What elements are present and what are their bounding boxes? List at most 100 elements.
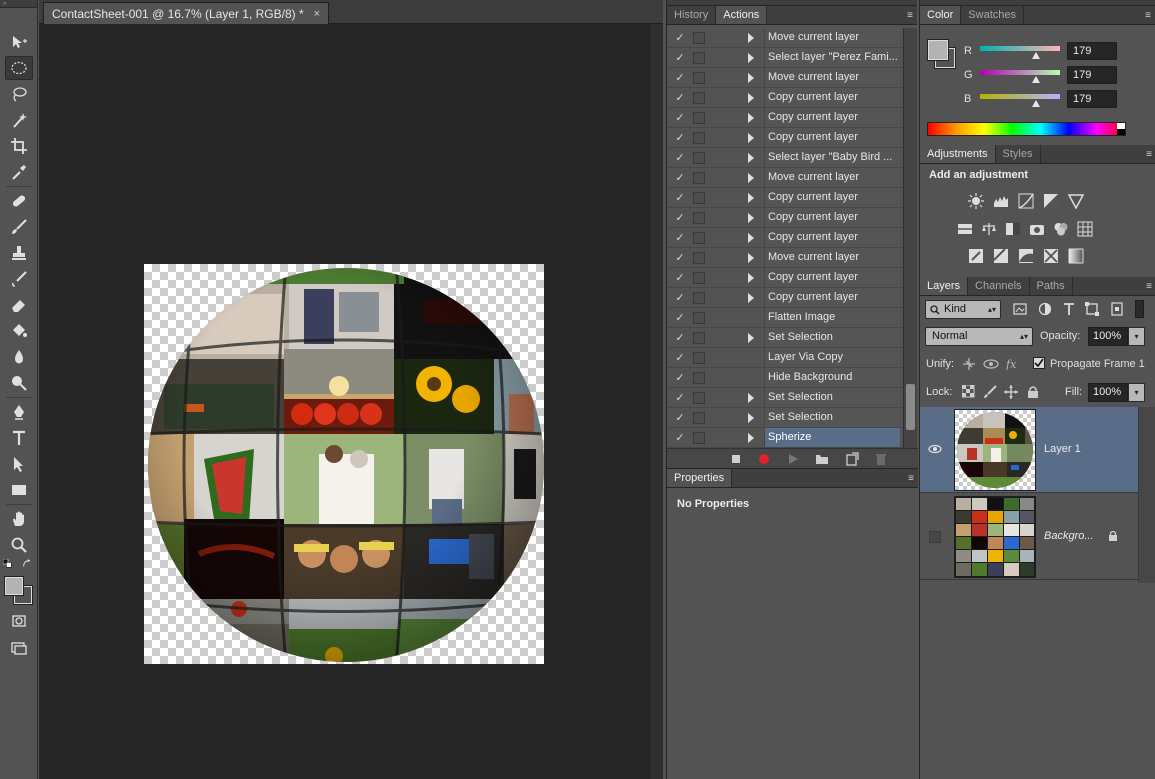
action-label[interactable]: Set Selection bbox=[764, 388, 900, 407]
expand-triangle-icon[interactable] bbox=[748, 33, 754, 43]
opacity-dropdown-button[interactable]: ▾ bbox=[1128, 327, 1145, 346]
blue-value-field[interactable]: 179 bbox=[1067, 90, 1117, 108]
expand-triangle-icon[interactable] bbox=[748, 433, 754, 443]
rectangle-tool[interactable] bbox=[5, 478, 33, 502]
propagate-frame-checkbox[interactable] bbox=[1033, 357, 1045, 369]
toggle-dialog-box[interactable] bbox=[693, 152, 705, 164]
toggle-dialog-box[interactable] bbox=[693, 392, 705, 404]
action-label[interactable]: Copy current layer bbox=[764, 228, 900, 247]
toggle-dialog-box[interactable] bbox=[693, 432, 705, 444]
action-label[interactable]: Copy current layer bbox=[764, 268, 900, 287]
action-row[interactable]: ✓ Copy current layer bbox=[667, 208, 903, 228]
action-row[interactable]: ✓ Select layer "Perez Fami... bbox=[667, 48, 903, 68]
fill-dropdown-button[interactable]: ▾ bbox=[1128, 383, 1145, 402]
toggle-item-checkmark-icon[interactable]: ✓ bbox=[674, 232, 686, 244]
expand-triangle-icon[interactable] bbox=[748, 93, 754, 103]
type-layer-filter-icon[interactable] bbox=[1062, 302, 1078, 318]
toggle-item-checkmark-icon[interactable]: ✓ bbox=[674, 32, 686, 44]
green-value-field[interactable]: 179 bbox=[1067, 66, 1117, 84]
action-label[interactable]: Copy current layer bbox=[764, 188, 900, 207]
clone-stamp-tool[interactable] bbox=[5, 241, 33, 265]
action-row[interactable]: ✓ Move current layer bbox=[667, 28, 903, 48]
unify-style-icon[interactable]: fx bbox=[1005, 357, 1022, 373]
path-selection-tool[interactable] bbox=[5, 452, 33, 476]
action-row[interactable]: ✓ Set Selection bbox=[667, 408, 903, 428]
green-gradient-bar[interactable] bbox=[980, 70, 1060, 75]
lock-image-pixels-icon[interactable] bbox=[983, 385, 999, 401]
eye-icon[interactable] bbox=[928, 443, 942, 455]
screen-mode-button[interactable] bbox=[5, 636, 33, 660]
magic-wand-tool[interactable] bbox=[5, 108, 33, 132]
shape-layer-filter-icon[interactable] bbox=[1085, 302, 1101, 318]
toggle-item-checkmark-icon[interactable]: ✓ bbox=[674, 252, 686, 264]
toggle-item-checkmark-icon[interactable]: ✓ bbox=[674, 412, 686, 424]
layer-row-layer-1[interactable]: Layer 1 bbox=[920, 407, 1138, 493]
action-row[interactable]: ✓ Move current layer bbox=[667, 168, 903, 188]
exposure-icon[interactable] bbox=[1043, 193, 1059, 209]
action-label[interactable]: Copy current layer bbox=[764, 108, 900, 127]
layer-name[interactable]: Backgro... bbox=[1044, 530, 1094, 542]
toggle-dialog-box[interactable] bbox=[693, 412, 705, 424]
levels-icon[interactable] bbox=[993, 193, 1009, 209]
tab-paths[interactable]: Paths bbox=[1030, 277, 1073, 295]
expand-triangle-icon[interactable] bbox=[748, 273, 754, 283]
quick-mask-button[interactable] bbox=[5, 609, 33, 633]
layer-filter-dropdown[interactable]: Kind ▴▾ bbox=[925, 300, 1001, 319]
hand-tool[interactable] bbox=[5, 507, 33, 531]
toggle-dialog-box[interactable] bbox=[693, 32, 705, 44]
new-action-button[interactable] bbox=[845, 452, 859, 466]
green-channel-slider[interactable]: G 179 bbox=[960, 66, 1150, 88]
action-row[interactable]: ✓ Copy current layer bbox=[667, 108, 903, 128]
toggle-item-checkmark-icon[interactable]: ✓ bbox=[674, 172, 686, 184]
panel-menu-icon[interactable]: ≡ bbox=[1145, 6, 1151, 25]
toggle-dialog-box[interactable] bbox=[693, 132, 705, 144]
toggle-dialog-box[interactable] bbox=[693, 232, 705, 244]
action-label[interactable]: Move current layer bbox=[764, 168, 900, 187]
fill-field[interactable]: 100% ▾ bbox=[1088, 383, 1145, 402]
posterize-icon[interactable] bbox=[993, 248, 1009, 264]
eraser-tool[interactable] bbox=[5, 293, 33, 317]
zoom-tool[interactable] bbox=[5, 533, 33, 557]
play-button[interactable] bbox=[786, 452, 800, 466]
toggle-dialog-box[interactable] bbox=[693, 332, 705, 344]
toggle-dialog-box[interactable] bbox=[693, 272, 705, 284]
tab-history[interactable]: History bbox=[667, 6, 717, 24]
expand-triangle-icon[interactable] bbox=[748, 173, 754, 183]
layer-row-background[interactable]: Backgro... bbox=[920, 494, 1138, 580]
selective-color-icon[interactable] bbox=[1043, 248, 1059, 264]
toggle-dialog-box[interactable] bbox=[693, 212, 705, 224]
slider-knob[interactable] bbox=[1032, 52, 1040, 59]
expand-triangle-icon[interactable] bbox=[748, 113, 754, 123]
tab-adjustments[interactable]: Adjustments bbox=[920, 145, 996, 163]
invert-icon[interactable] bbox=[968, 248, 984, 264]
action-row[interactable]: ✓ Copy current layer bbox=[667, 288, 903, 308]
vibrance-icon[interactable] bbox=[1067, 193, 1085, 210]
unify-visibility-icon[interactable] bbox=[983, 357, 999, 373]
blue-channel-slider[interactable]: B 179 bbox=[960, 90, 1150, 112]
toggle-dialog-box[interactable] bbox=[693, 172, 705, 184]
action-row[interactable]: ✓ Move current layer bbox=[667, 68, 903, 88]
visibility-toggle[interactable] bbox=[929, 531, 941, 543]
tab-styles[interactable]: Styles bbox=[996, 145, 1041, 163]
action-row[interactable]: ✓ Move current layer bbox=[667, 248, 903, 268]
action-label[interactable]: Copy current layer bbox=[764, 288, 900, 307]
default-colors-icon[interactable] bbox=[2, 558, 14, 570]
toggle-item-checkmark-icon[interactable]: ✓ bbox=[674, 152, 686, 164]
action-label[interactable]: Select layer "Baby Bird ... bbox=[764, 148, 900, 167]
brightness-contrast-icon[interactable] bbox=[968, 193, 984, 209]
panel-menu-icon[interactable]: ≡ bbox=[907, 6, 913, 25]
blend-mode-dropdown[interactable]: Normal ▴▾ bbox=[925, 327, 1033, 346]
toggle-dialog-box[interactable] bbox=[693, 52, 705, 64]
expand-triangle-icon[interactable] bbox=[748, 193, 754, 203]
action-row[interactable]: ✓ Set Selection bbox=[667, 388, 903, 408]
pixel-layer-filter-icon[interactable] bbox=[1013, 302, 1029, 318]
toggle-item-checkmark-icon[interactable]: ✓ bbox=[674, 92, 686, 104]
toggle-dialog-box[interactable] bbox=[693, 352, 705, 364]
panel-menu-icon[interactable]: ≡ bbox=[1146, 145, 1152, 164]
toggle-item-checkmark-icon[interactable]: ✓ bbox=[674, 332, 686, 344]
foreground-color-swatch[interactable] bbox=[927, 39, 949, 61]
panel-menu-icon[interactable]: ≡ bbox=[1146, 277, 1152, 296]
expand-triangle-icon[interactable] bbox=[748, 153, 754, 163]
close-icon[interactable]: × bbox=[314, 3, 320, 25]
action-label[interactable]: Layer Via Copy bbox=[764, 348, 900, 367]
